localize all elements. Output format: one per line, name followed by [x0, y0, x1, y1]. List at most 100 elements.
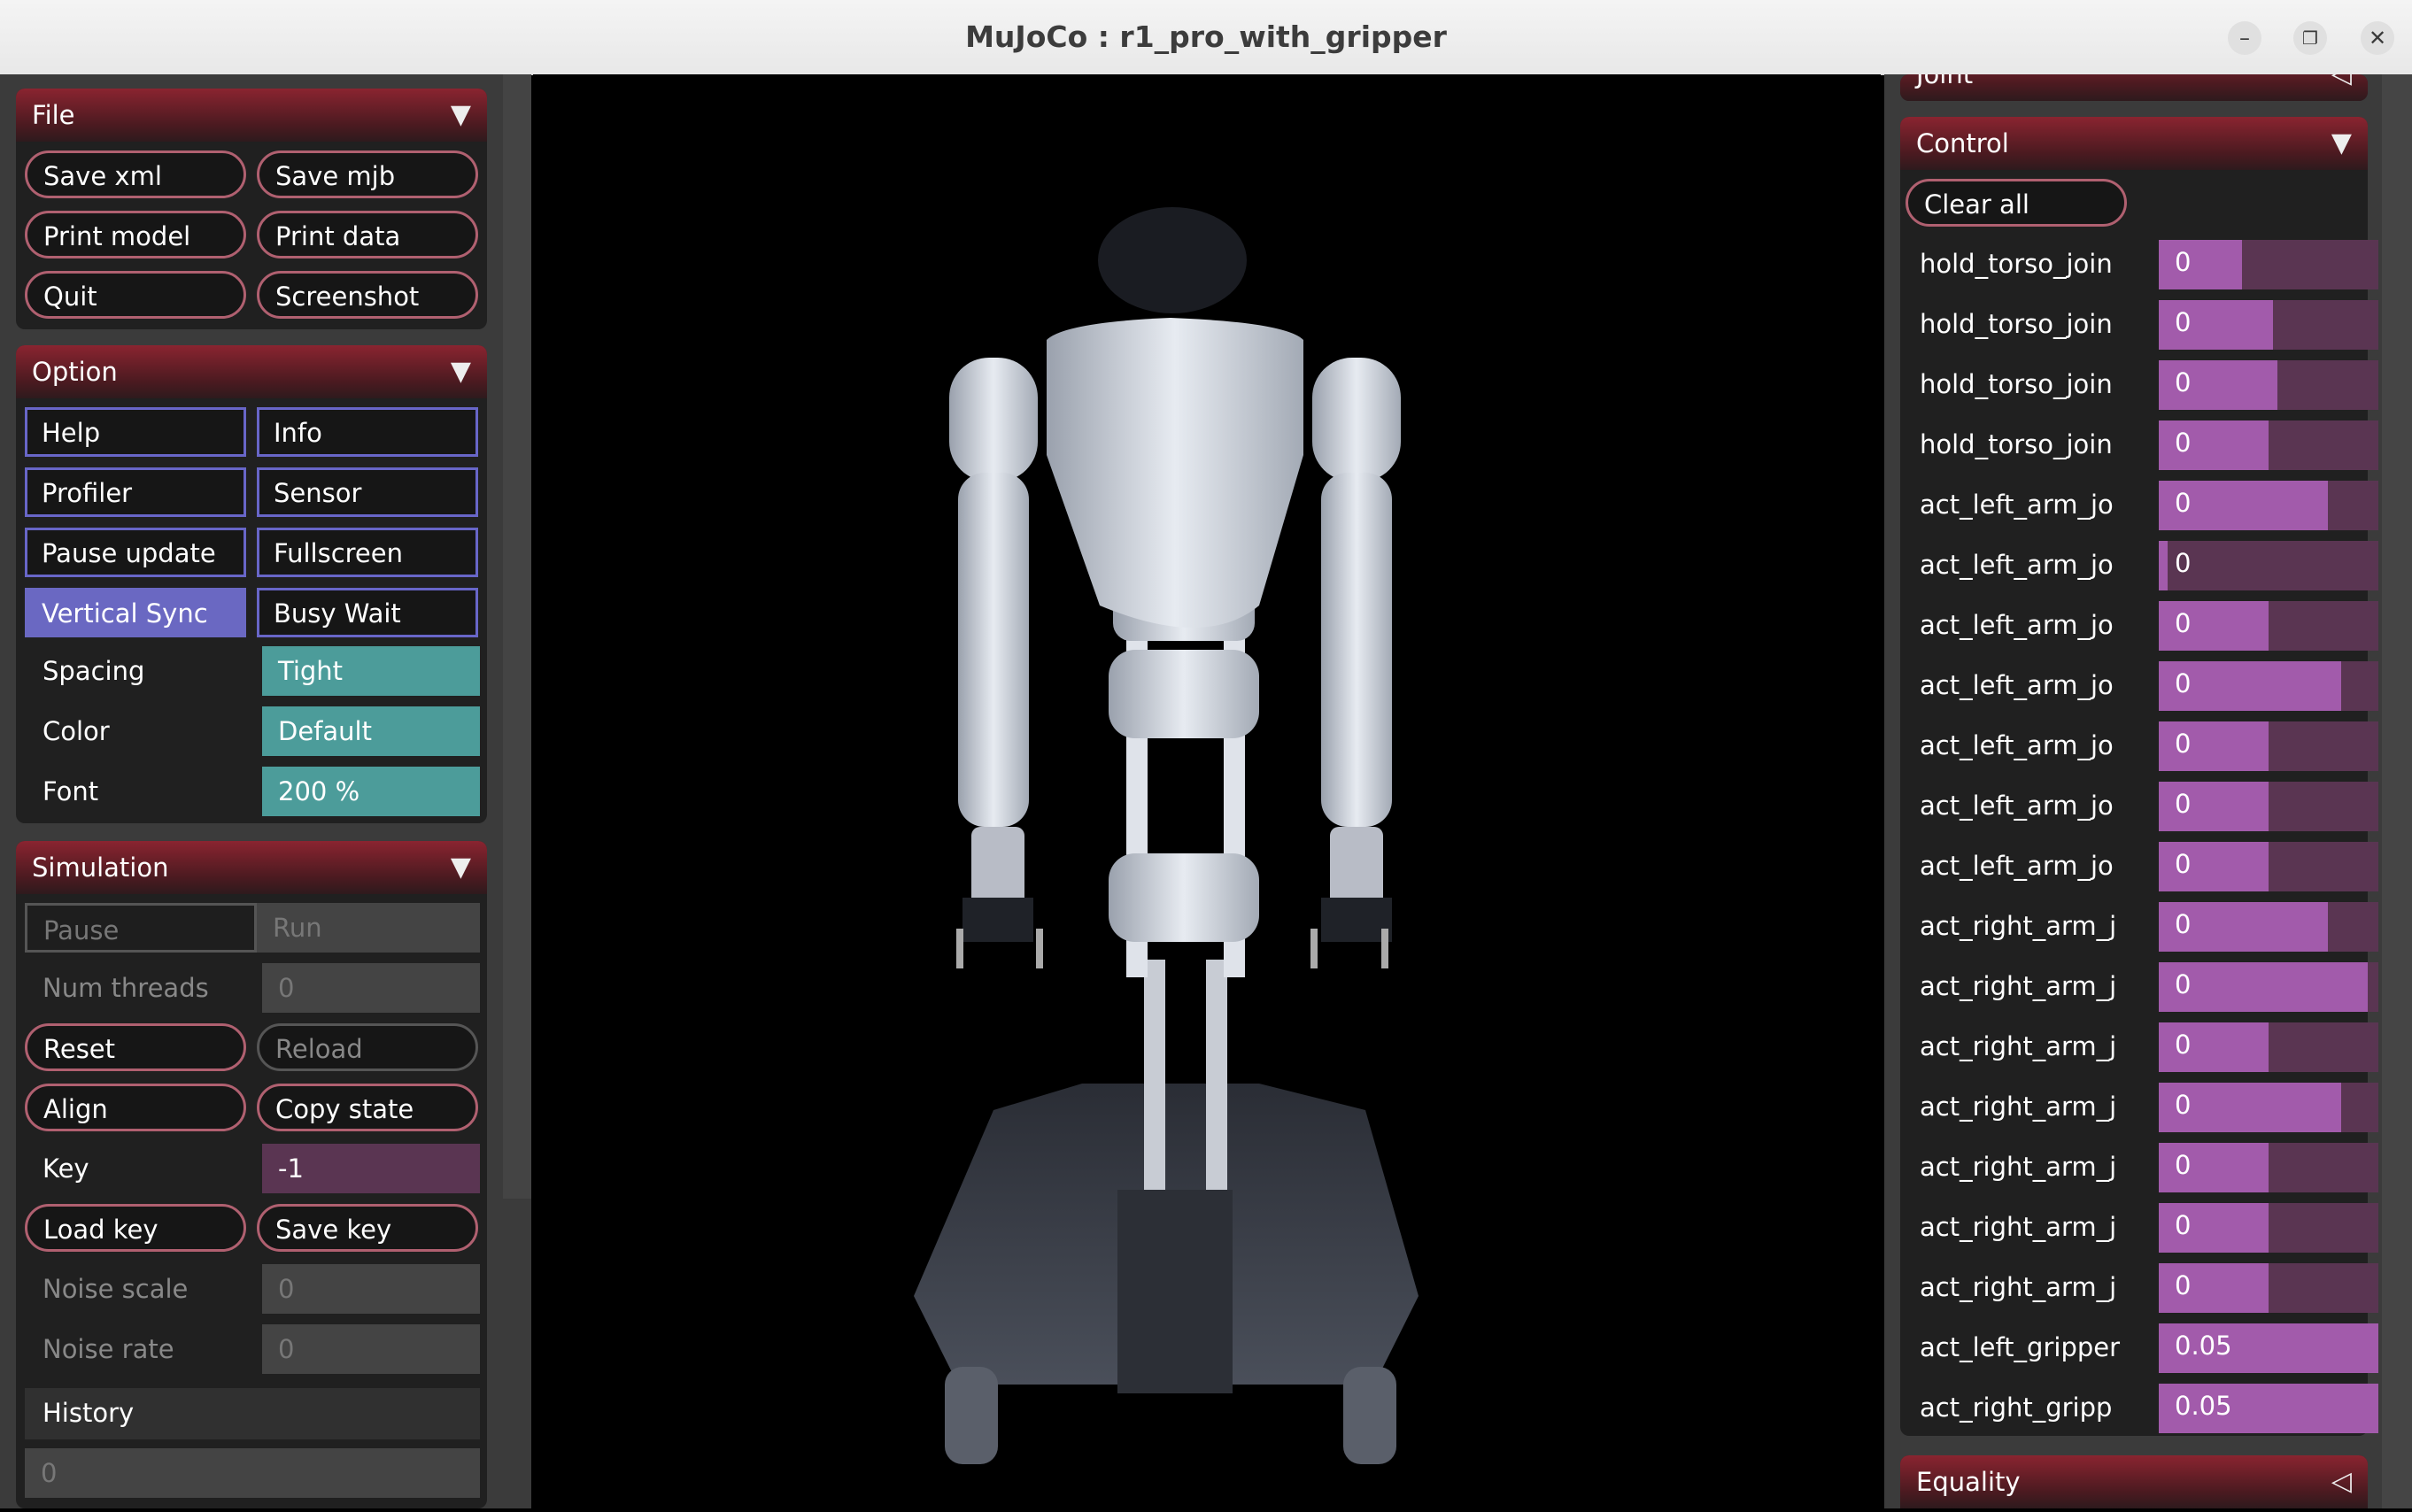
reload-button[interactable]: Reload	[257, 1023, 478, 1071]
info-toggle[interactable]: Info	[257, 407, 478, 457]
save-key-button[interactable]: Save key	[257, 1204, 478, 1252]
control-slider[interactable]: 0	[2159, 902, 2378, 952]
control-slider-value: 0	[2175, 428, 2192, 458]
control-row-label: act_left_arm_jo	[1920, 610, 2114, 640]
run-radio[interactable]: Run	[257, 903, 480, 953]
spacing-select[interactable]: Tight	[262, 646, 480, 696]
control-slider[interactable]: 0	[2159, 420, 2378, 470]
control-slider[interactable]: 0	[2159, 842, 2378, 891]
collapse-icon[interactable]: ▼	[451, 852, 471, 883]
control-slider[interactable]: 0	[2159, 962, 2378, 1012]
expand-icon[interactable]: ◁	[2331, 1466, 2352, 1497]
control-row-label: act_right_arm_j	[1920, 1092, 2117, 1122]
control-row-label: hold_torso_join	[1920, 429, 2113, 459]
control-row: act_right_arm_j 0	[1900, 960, 2396, 1013]
control-slider-value: 0	[2175, 1150, 2192, 1180]
control-row-label: act_right_arm_j	[1920, 1212, 2117, 1242]
control-slider-value: 0	[2175, 307, 2192, 337]
expand-icon[interactable]: ◁	[2331, 74, 2352, 89]
control-row-label: act_left_arm_jo	[1920, 550, 2114, 580]
help-toggle[interactable]: Help	[25, 407, 246, 457]
left-scrollbar[interactable]	[503, 74, 531, 1199]
print-model-button[interactable]: Print model	[25, 211, 246, 258]
simulation-title: Simulation	[32, 852, 169, 883]
window-title: MuJoCo : r1_pro_with_gripper	[965, 19, 1447, 54]
control-slider[interactable]: 0.05	[2159, 1384, 2378, 1433]
file-header[interactable]: File ▼	[16, 89, 487, 142]
vertical-sync-toggle[interactable]: Vertical Sync	[25, 588, 246, 637]
color-label: Color	[43, 716, 110, 746]
pause-update-toggle[interactable]: Pause update	[25, 528, 246, 577]
simulation-header[interactable]: Simulation ▼	[16, 841, 487, 894]
control-slider-value: 0	[2175, 488, 2192, 518]
control-slider[interactable]: 0	[2159, 240, 2378, 289]
control-slider[interactable]: 0	[2159, 1263, 2378, 1313]
busy-wait-toggle[interactable]: Busy Wait	[257, 588, 478, 637]
save-mjb-button[interactable]: Save mjb	[257, 150, 478, 198]
close-icon[interactable]: ✕	[2361, 21, 2394, 55]
title-bar: MuJoCo : r1_pro_with_gripper – ❐ ✕	[0, 0, 2412, 75]
color-select[interactable]: Default	[262, 706, 480, 756]
control-row-label: hold_torso_join	[1920, 249, 2113, 279]
noise-scale-slider[interactable]: 0	[262, 1264, 480, 1314]
3d-viewport[interactable]	[533, 74, 1881, 1508]
pause-radio[interactable]: Pause	[25, 903, 257, 953]
clear-all-button[interactable]: Clear all	[1906, 179, 2127, 227]
copy-state-button[interactable]: Copy state	[257, 1084, 478, 1131]
quit-button[interactable]: Quit	[25, 271, 246, 319]
joint-header[interactable]: Joint ◁	[1900, 74, 2368, 101]
control-row-label: act_right_arm_j	[1920, 1272, 2117, 1302]
control-slider[interactable]: 0	[2159, 300, 2378, 350]
num-threads-slider[interactable]: 0	[262, 963, 480, 1013]
control-row: act_left_arm_jo 0	[1900, 659, 2396, 712]
collapse-icon[interactable]: ▼	[451, 356, 471, 387]
control-slider[interactable]: 0	[2159, 661, 2378, 711]
control-slider[interactable]: 0	[2159, 721, 2378, 771]
control-row: hold_torso_join 0	[1900, 237, 2396, 290]
control-slider[interactable]: 0	[2159, 601, 2378, 651]
option-header[interactable]: Option ▼	[16, 345, 487, 398]
profiler-toggle[interactable]: Profiler	[25, 467, 246, 517]
control-row: act_left_arm_jo 0	[1900, 478, 2396, 531]
screenshot-button[interactable]: Screenshot	[257, 271, 478, 319]
control-row: act_right_gripp 0.05	[1900, 1381, 2396, 1434]
print-data-button[interactable]: Print data	[257, 211, 478, 258]
save-xml-button[interactable]: Save xml	[25, 150, 246, 198]
sensor-toggle[interactable]: Sensor	[257, 467, 478, 517]
control-row: act_right_arm_j 0	[1900, 899, 2396, 953]
equality-title: Equality	[1916, 1467, 2021, 1497]
control-slider-value: 0.05	[2175, 1331, 2232, 1361]
control-slider[interactable]: 0	[2159, 360, 2378, 410]
control-slider-value: 0	[2175, 367, 2192, 397]
load-key-button[interactable]: Load key	[25, 1204, 246, 1252]
control-row: act_left_arm_jo 0	[1900, 779, 2396, 832]
font-select[interactable]: 200 %	[262, 767, 480, 816]
control-slider[interactable]: 0	[2159, 541, 2378, 590]
control-header[interactable]: Control ▼	[1900, 117, 2368, 170]
control-slider[interactable]: 0	[2159, 481, 2378, 530]
control-slider[interactable]: 0	[2159, 1083, 2378, 1132]
collapse-icon[interactable]: ▼	[2331, 127, 2352, 158]
control-slider-value: 0	[2175, 1090, 2192, 1120]
align-button[interactable]: Align	[25, 1084, 246, 1131]
font-label: Font	[43, 776, 99, 806]
control-slider-value: 0	[2175, 1030, 2192, 1060]
control-slider[interactable]: 0.05	[2159, 1323, 2378, 1373]
noise-scale-label: Noise scale	[43, 1274, 189, 1304]
history-slider[interactable]: 0	[25, 1448, 480, 1498]
control-row: act_right_arm_j 0	[1900, 1020, 2396, 1073]
minimize-icon[interactable]: –	[2228, 21, 2261, 55]
maximize-icon[interactable]: ❐	[2293, 21, 2327, 55]
equality-header[interactable]: Equality ◁	[1900, 1455, 2368, 1508]
control-slider[interactable]: 0	[2159, 782, 2378, 831]
noise-rate-slider[interactable]: 0	[262, 1324, 480, 1374]
control-slider[interactable]: 0	[2159, 1143, 2378, 1192]
control-slider[interactable]: 0	[2159, 1203, 2378, 1253]
control-slider-value: 0	[2175, 1210, 2192, 1240]
control-slider[interactable]: 0	[2159, 1022, 2378, 1072]
collapse-icon[interactable]: ▼	[451, 99, 471, 130]
fullscreen-toggle[interactable]: Fullscreen	[257, 528, 478, 577]
key-slider[interactable]: -1	[262, 1144, 480, 1193]
reset-button[interactable]: Reset	[25, 1023, 246, 1071]
control-slider-value: 0	[2175, 909, 2192, 939]
